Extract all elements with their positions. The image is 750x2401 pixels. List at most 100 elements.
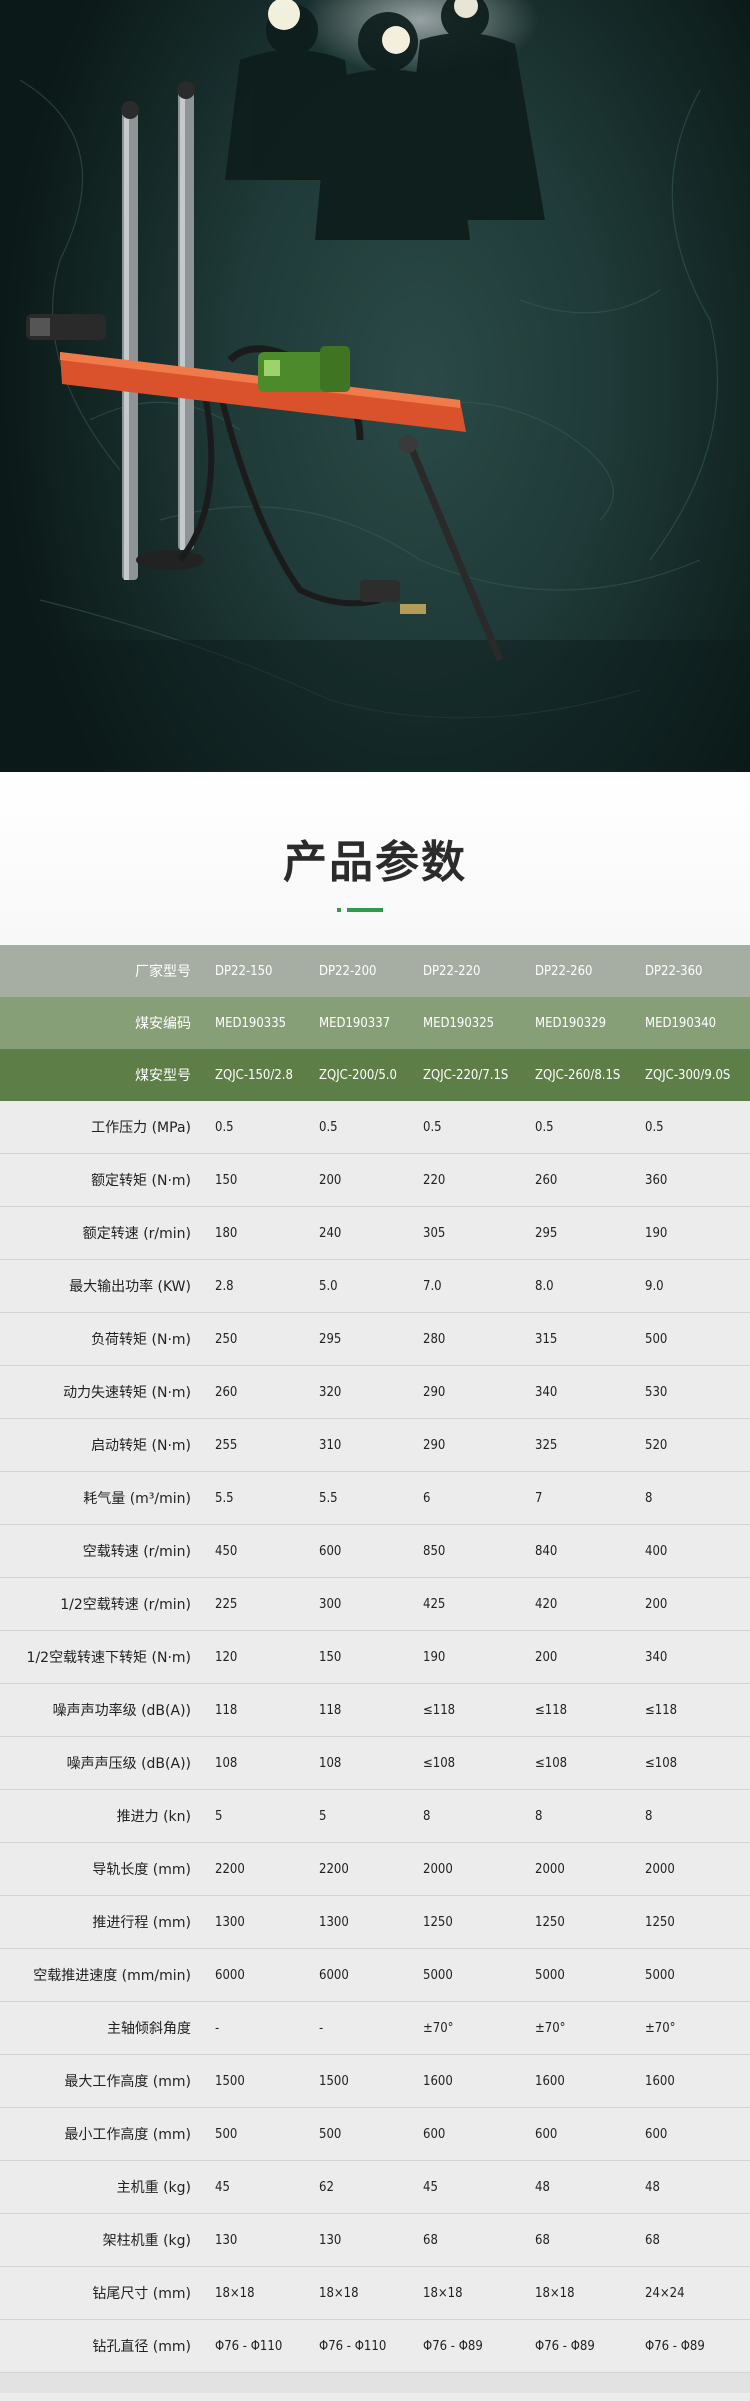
accent-bar [347, 908, 383, 912]
spec-value-cell: 840 [525, 1524, 635, 1578]
spec-value-cell: 500 [205, 2107, 309, 2161]
spec-value-cell: 190 [413, 1630, 525, 1684]
spec-value-cell: 600 [635, 2107, 750, 2161]
spec-value-cell: 190 [635, 1206, 750, 1260]
spec-value-cell: ≤108 [525, 1736, 635, 1790]
row-label: 导轨长度 (mm) [0, 1842, 205, 1896]
table-row: 负荷转矩 (N·m) 250 295 280 315 500 [0, 1312, 750, 1366]
spec-value-cell: DP22-360 [635, 945, 750, 997]
spec-value-cell: 290 [413, 1418, 525, 1472]
spec-value-cell: 108 [309, 1736, 413, 1790]
spec-value-cell: MED190329 [525, 997, 635, 1049]
spec-value-cell: 0.5 [525, 1101, 635, 1154]
spec-value-cell: 225 [205, 1577, 309, 1631]
spec-value-cell: DP22-150 [205, 945, 309, 997]
spec-value-cell: 280 [413, 1312, 525, 1366]
table-row: 动力失速转矩 (N·m) 260 320 290 340 530 [0, 1365, 750, 1419]
spec-value-cell: 68 [635, 2213, 750, 2267]
row-label: 负荷转矩 (N·m) [0, 1312, 205, 1366]
spec-value-cell: 6 [413, 1471, 525, 1525]
table-row: 1/2空载转速下转矩 (N·m) 120 150 190 200 340 [0, 1630, 750, 1684]
spec-value-cell: 5 [309, 1789, 413, 1843]
spec-value-cell: 320 [309, 1365, 413, 1419]
spec-value-cell: 315 [525, 1312, 635, 1366]
spec-value-cell: 6000 [205, 1948, 309, 2002]
header-row: 煤安型号 ZQJC-150/2.8 ZQJC-200/5.0 ZQJC-220/7.1… [0, 1049, 750, 1101]
spec-value-cell: 62 [309, 2160, 413, 2214]
spec-value-cell: 295 [309, 1312, 413, 1366]
spec-value-cell: Φ76 - Φ110 [309, 2319, 413, 2373]
spec-value-cell: 130 [309, 2213, 413, 2267]
spec-value-cell: 0.5 [413, 1101, 525, 1154]
row-label: 主轴倾斜角度 [0, 2001, 205, 2055]
spec-value-cell: 8 [635, 1471, 750, 1525]
table-row: 推进行程 (mm) 1300 1300 1250 1250 1250 [0, 1895, 750, 1949]
spec-value-cell: 8 [413, 1789, 525, 1843]
spec-value-cell: 1250 [525, 1895, 635, 1949]
spec-value-cell: 305 [413, 1206, 525, 1260]
section-title: 产品参数 [283, 837, 467, 888]
spec-value-cell: 600 [309, 1524, 413, 1578]
table-row: 启动转矩 (N·m) 255 310 290 325 520 [0, 1418, 750, 1472]
row-label: 额定转矩 (N·m) [0, 1153, 205, 1207]
spec-value-cell: 530 [635, 1365, 750, 1419]
spec-value-cell: ≤118 [635, 1683, 750, 1737]
spec-value-cell: ≤108 [413, 1736, 525, 1790]
spec-value-cell: MED190337 [309, 997, 413, 1049]
spec-value-cell: 18×18 [413, 2266, 525, 2320]
spec-value-cell: 425 [413, 1577, 525, 1631]
spec-value-cell: 5000 [525, 1948, 635, 2002]
spec-value-cell: Φ76 - Φ89 [525, 2319, 635, 2373]
row-label: 煤安编码 [0, 997, 205, 1049]
page-footer-strip [0, 2373, 750, 2393]
row-label: 最大输出功率 (KW) [0, 1259, 205, 1313]
accent-dot [337, 908, 341, 912]
row-label: 噪声声功率级 (dB(A)) [0, 1683, 205, 1737]
spec-value-cell: 1600 [635, 2054, 750, 2108]
row-label: 推进力 (kn) [0, 1789, 205, 1843]
table-row: 噪声声功率级 (dB(A)) 118 118 ≤118 ≤118 ≤118 [0, 1683, 750, 1737]
spec-value-cell: 5000 [635, 1948, 750, 2002]
spec-value-cell: 18×18 [309, 2266, 413, 2320]
spec-value-cell: ZQJC-300/9.0S [635, 1049, 750, 1101]
spec-value-cell: - [309, 2001, 413, 2055]
spec-value-cell: 500 [309, 2107, 413, 2161]
table-row: 主轴倾斜角度 - - ±70° ±70° ±70° [0, 2001, 750, 2055]
spec-value-cell: 5000 [413, 1948, 525, 2002]
spec-value-cell: 150 [309, 1630, 413, 1684]
spec-value-cell: 200 [635, 1577, 750, 1631]
table-row: 导轨长度 (mm) 2200 2200 2000 2000 2000 [0, 1842, 750, 1896]
spec-value-cell: 7 [525, 1471, 635, 1525]
header-row: 厂家型号 DP22-150 DP22-200 DP22-220 DP22-260 DP22… [0, 945, 750, 997]
spec-value-cell: ≤118 [413, 1683, 525, 1737]
spec-value-cell: ZQJC-260/8.1S [525, 1049, 635, 1101]
spec-value-cell: ±70° [525, 2001, 635, 2055]
table-row: 最小工作高度 (mm) 500 500 600 600 600 [0, 2107, 750, 2161]
row-label: 1/2空载转速下转矩 (N·m) [0, 1630, 205, 1684]
row-label: 噪声声压级 (dB(A)) [0, 1736, 205, 1790]
spec-value-cell: 6000 [309, 1948, 413, 2002]
spec-value-cell: 295 [525, 1206, 635, 1260]
spec-value-cell: 520 [635, 1418, 750, 1472]
spec-value-cell: ZQJC-150/2.8 [205, 1049, 309, 1101]
spec-value-cell: 68 [413, 2213, 525, 2267]
spec-value-cell: 1500 [205, 2054, 309, 2108]
spec-value-cell: 240 [309, 1206, 413, 1260]
spec-table-body: 厂家型号 DP22-150 DP22-200 DP22-220 DP22-260 DP22… [0, 945, 750, 2373]
spec-value-cell: 250 [205, 1312, 309, 1366]
spec-value-cell: ≤118 [525, 1683, 635, 1737]
spec-value-cell: Φ76 - Φ89 [635, 2319, 750, 2373]
spec-value-cell: ≤108 [635, 1736, 750, 1790]
row-label: 钻孔直径 (mm) [0, 2319, 205, 2373]
row-label: 推进行程 (mm) [0, 1895, 205, 1949]
spec-value-cell: 45 [413, 2160, 525, 2214]
spec-value-cell: 130 [205, 2213, 309, 2267]
table-row: 额定转速 (r/min) 180 240 305 295 190 [0, 1206, 750, 1260]
row-label: 额定转速 (r/min) [0, 1206, 205, 1260]
table-row: 钻孔直径 (mm) Φ76 - Φ110 Φ76 - Φ110 Φ76 - Φ89 Φ7… [0, 2319, 750, 2373]
table-row: 钻尾尺寸 (mm) 18×18 18×18 18×18 18×18 24×24 [0, 2266, 750, 2320]
spec-value-cell: 850 [413, 1524, 525, 1578]
spec-value-cell: 2200 [309, 1842, 413, 1896]
spec-value-cell: 118 [309, 1683, 413, 1737]
spec-value-cell: 45 [205, 2160, 309, 2214]
